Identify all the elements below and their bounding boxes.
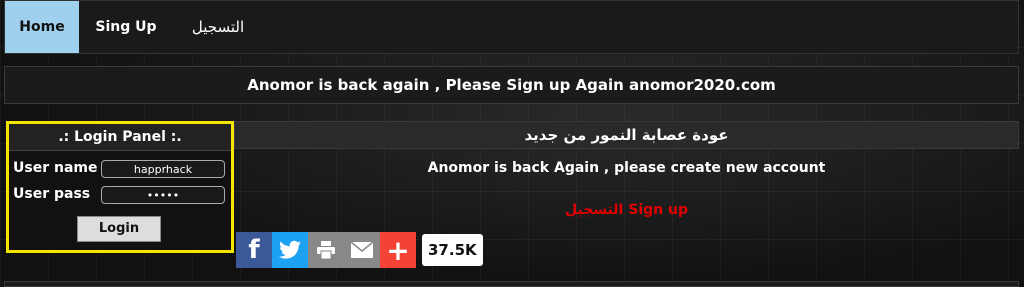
arabic-title: عودة عصابة النمور من جديد: [234, 121, 1019, 149]
print-icon[interactable]: [308, 232, 344, 268]
create-account-message: Anomor is back Again , please create new…: [427, 160, 826, 176]
email-icon[interactable]: [344, 232, 380, 268]
share-bar: f + 37.5K: [236, 232, 483, 268]
facebook-icon[interactable]: f: [236, 232, 272, 268]
main-content: عودة عصابة النمور من جديد Anomor is back…: [234, 121, 1019, 231]
twitter-icon[interactable]: [272, 232, 308, 268]
announcement-banner: Anomor is back again , Please Sign up Ag…: [4, 66, 1019, 104]
login-button[interactable]: Login: [77, 216, 161, 242]
share-count: 37.5K: [422, 234, 483, 266]
username-label: User name: [13, 160, 98, 176]
username-input[interactable]: happrhack: [101, 160, 225, 178]
top-nav: Home Sing Up التسجيل: [4, 0, 1019, 54]
nav-signup[interactable]: Sing Up: [79, 1, 173, 53]
bottom-bar: [4, 281, 1019, 287]
password-input[interactable]: •••••: [101, 186, 225, 204]
password-label: User pass: [13, 186, 91, 202]
nav-register[interactable]: التسجيل: [173, 1, 263, 53]
signup-link[interactable]: التسجيل Sign up: [234, 202, 1019, 218]
login-panel: .: Login Panel :. User name happrhack Us…: [6, 121, 234, 253]
nav-home[interactable]: Home: [5, 1, 79, 53]
plus-icon[interactable]: +: [380, 232, 416, 268]
login-panel-title: .: Login Panel :.: [9, 124, 231, 151]
